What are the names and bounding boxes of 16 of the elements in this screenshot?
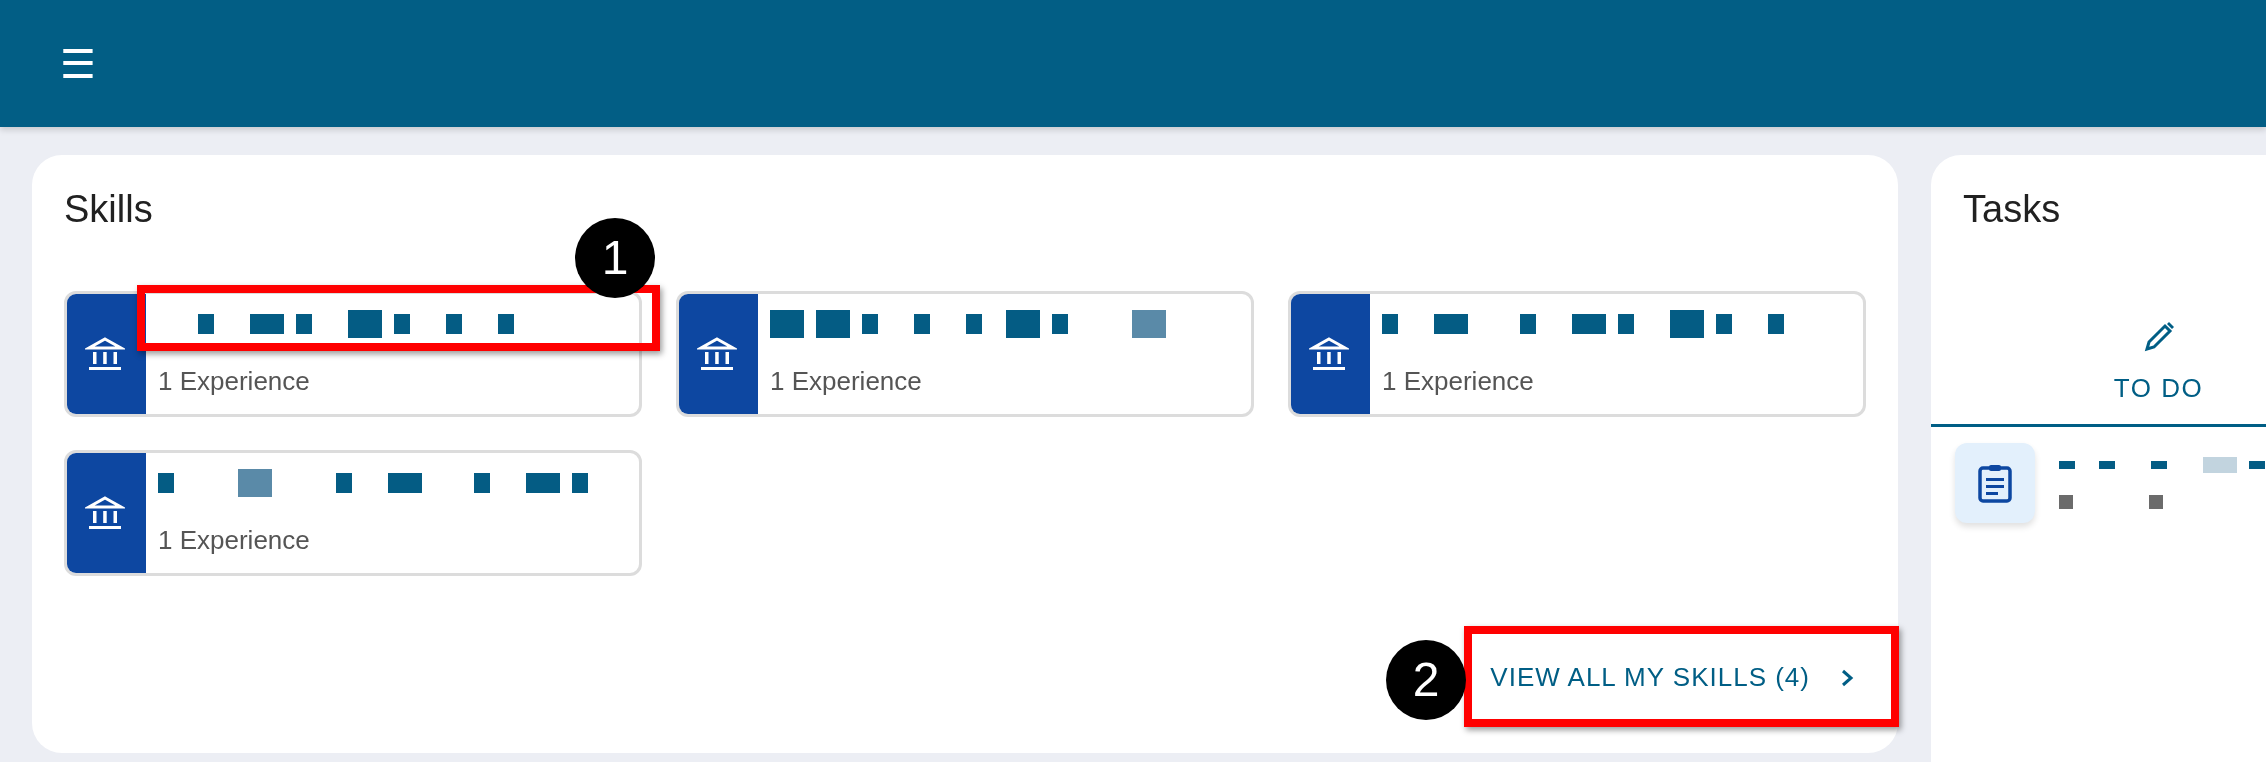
skill-card[interactable]: 1 Experience (676, 290, 1254, 417)
experience-count: 1 Experience (770, 364, 923, 398)
tab[interactable]: TO DO (1931, 292, 2266, 427)
view-all-skills-link[interactable]: VIEW ALL MY SKILLS (4) (1468, 648, 1876, 707)
chevron-right-icon (1840, 667, 1854, 688)
callout-number: 2 (1386, 640, 1466, 720)
experience-count: 1 Experience (158, 523, 311, 557)
experience-count: 1 Experience (158, 364, 311, 398)
experience-count: 1 Experience (1382, 364, 1535, 398)
menu-button[interactable]: ☰ (56, 43, 100, 84)
skill-card[interactable]: 1 Experience (1288, 290, 1866, 417)
clipboard-icon (1977, 462, 2013, 503)
panel-title: Tasks (1963, 187, 2062, 232)
skill-card[interactable]: 1 Experience (64, 449, 642, 576)
panel-title: Skills (64, 187, 154, 232)
callout-number: 1 (575, 218, 655, 298)
